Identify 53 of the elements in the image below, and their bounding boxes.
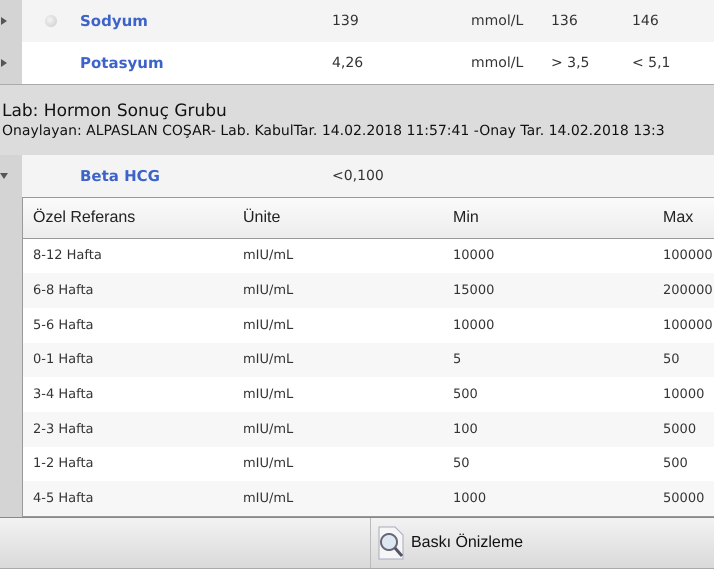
table-cell-text: 500 (663, 456, 689, 472)
result-value: 139 (332, 12, 360, 28)
table-cell-text: 6-8 Hafta (33, 283, 95, 298)
table-cell-text: mIU/mL (243, 422, 294, 437)
test-name-link[interactable]: Beta HCG (80, 166, 332, 184)
result-value: <0,100 (332, 168, 385, 184)
table-cell-text: 10000 (453, 318, 496, 333)
table-cell-text: 4-5 Hafta (33, 491, 95, 506)
table-cell: 100000 (663, 318, 714, 333)
table-cell-text: mIU/mL (243, 491, 294, 506)
table-cell-text: 10000 (453, 248, 496, 264)
column-header: Max (663, 208, 694, 227)
lab-group-title: Lab: Hormon Sonuç Grubu (2, 101, 228, 121)
table-cell-text: 5 (453, 352, 462, 368)
table-cell: 200000 (663, 283, 714, 298)
table-cell-text: 2-3 Hafta (33, 422, 95, 437)
table-cell-text: mIU/mL (243, 456, 294, 472)
table-cell-text: 50000 (663, 491, 706, 506)
max-value: 146 (632, 12, 659, 28)
table-cell-text: 8-12 Hafta (33, 248, 103, 264)
expand-arrow-icon[interactable] (0, 17, 8, 25)
table-cell-text: 0-1 Hafta (33, 352, 95, 368)
max-value: < 5,1 (632, 54, 670, 70)
table-cell-text: mIU/mL (243, 283, 294, 298)
table-cell-text: 5-6 Hafta (33, 318, 95, 333)
table-cell-text: mIU/mL (243, 318, 294, 333)
unit-text: mmol/L (471, 12, 524, 28)
table-cell-text: 50 (663, 352, 681, 368)
unit-text: mmol/L (471, 54, 524, 70)
table-cell-text: 500 (453, 387, 479, 402)
table-cell: 100000 (663, 248, 714, 264)
table-cell-text: 1-2 Hafta (33, 456, 95, 472)
column-header: Min (453, 208, 480, 227)
expand-arrow-icon[interactable] (0, 59, 8, 67)
expand-arrow-icon[interactable] (0, 172, 8, 180)
approval-info: Onaylayan: ALPASLAN COŞAR- Lab. KabulTar. 14.02.2018 11:57:41 -Onay Tar. 14.02.2018 13:3 (2, 123, 666, 139)
table-cell-text: 15000 (453, 283, 496, 298)
table-cell-text: 10000 (663, 387, 706, 402)
test-name-link[interactable]: Potasyum (80, 54, 332, 72)
column-header: Ünite (243, 208, 282, 227)
table-cell-text: 5000 (663, 422, 698, 437)
table-cell-text: mIU/mL (243, 352, 294, 368)
result-value: 4,26 (332, 54, 364, 70)
column-header: Özel Referans (33, 208, 136, 227)
test-name-link[interactable]: Sodyum (80, 12, 332, 30)
table-cell-text: 100 (453, 422, 479, 437)
table-cell-text: mIU/mL (243, 248, 294, 264)
min-value: 136 (551, 12, 579, 28)
min-value: > 3,5 (551, 54, 590, 70)
table-cell-text: 50 (453, 456, 471, 472)
table-cell-text: 3-4 Hafta (33, 387, 95, 402)
table-cell-text: mIU/mL (243, 387, 294, 402)
table-cell-text: 1000 (453, 491, 488, 506)
